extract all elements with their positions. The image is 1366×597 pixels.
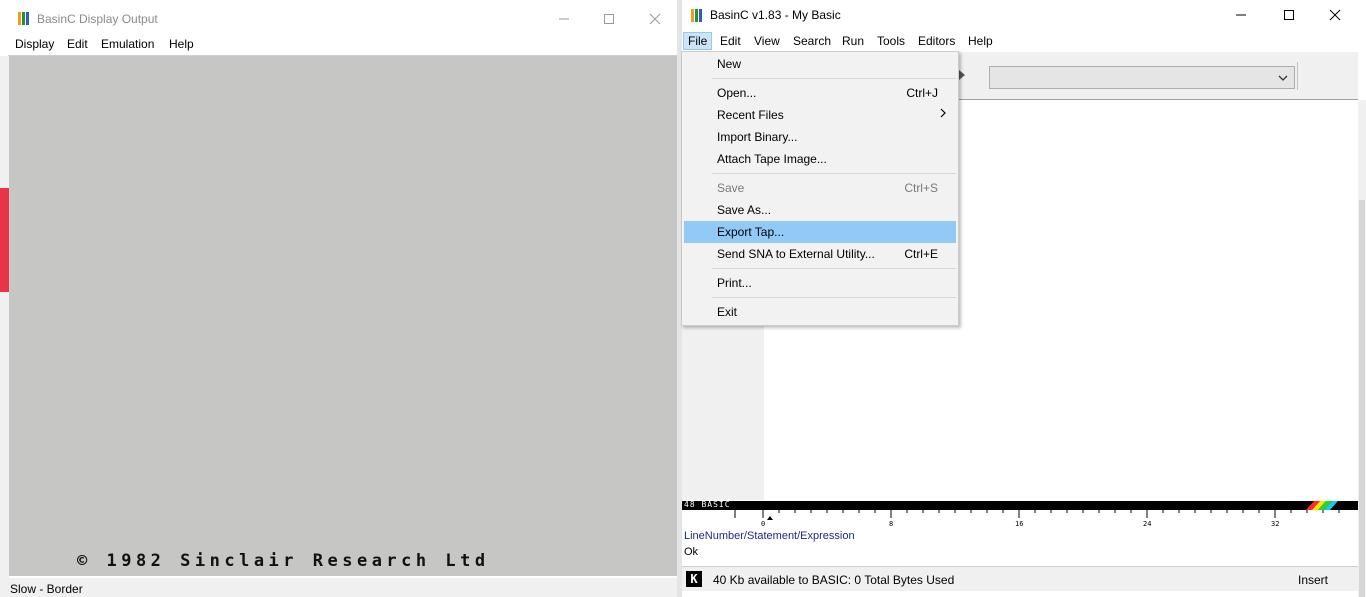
insert-mode-indicator: Insert [1298,573,1329,587]
basinc-app-icon [18,12,30,25]
submenu-arrow-icon [940,107,946,121]
ruler-tick: 0 [761,520,766,528]
menu-editors[interactable]: Editors [918,34,955,48]
ok-message: Ok [684,546,699,558]
menu-display[interactable]: Display [15,37,54,51]
background-window-edge [0,56,9,578]
column-ruler: 0 8 16 24 32 [682,510,1358,528]
maximize-icon[interactable] [601,11,617,27]
menu-item-save-as[interactable]: Save As... [684,199,956,221]
window-scrollbar[interactable] [1358,100,1366,597]
maximize-icon[interactable] [1281,7,1297,23]
menu-emulation[interactable]: Emulation [101,37,154,51]
spectrum-stripes [1306,501,1338,510]
menu-item-shortcut: Ctrl+S [904,181,938,195]
ruler-tick: 16 [1015,520,1024,528]
minimize-icon[interactable] [1233,7,1249,23]
menu-bar: File Edit View Search Run Tools Editors … [682,31,1366,50]
menu-item-shortcut: Ctrl+J [906,86,938,100]
menu-item-recent-files[interactable]: Recent Files [684,104,956,126]
status-bar: Slow - Border [0,578,678,597]
toolbar-separator [1297,62,1298,90]
file-menu-dropdown: New Open... Ctrl+J Recent Files Import B… [681,51,959,326]
menu-item-label: Save As... [717,203,772,217]
menu-separator [712,268,956,269]
menu-item-open[interactable]: Open... Ctrl+J [684,82,956,104]
menu-file[interactable]: File [683,32,713,50]
menu-item-import-binary[interactable]: Import Binary... [684,126,956,148]
menu-help[interactable]: Help [169,37,194,51]
status-bar: K 40 Kb available to BASIC: 0 Total Byte… [682,566,1358,591]
menu-separator [712,297,956,298]
close-icon[interactable] [647,11,663,27]
basinc-app-icon [691,9,703,22]
menu-item-print[interactable]: Print... [684,272,956,294]
menu-item-label: Send SNA to External Utility... [717,247,875,261]
ruler-label: 48 BASIC [684,500,731,509]
copyright-message: © 1982 Sinclair Research Ltd [77,551,490,571]
menu-search[interactable]: Search [793,34,831,48]
menu-item-export-tap[interactable]: Export Tap... [684,221,956,243]
menu-item-label: Exit [717,305,738,319]
chevron-down-icon [1278,72,1288,86]
menu-item-label: Print... [717,276,752,290]
menu-run[interactable]: Run [842,34,864,48]
ruler-tick: 32 [1271,520,1280,528]
menu-item-shortcut: Ctrl+E [904,247,938,261]
statement-combo[interactable] [989,66,1295,89]
menu-item-label: Attach Tape Image... [717,152,827,166]
window-title: BasinC v1.83 - My Basic [710,8,841,22]
menu-item-exit[interactable]: Exit [684,301,956,323]
speed-status: Slow - Border [10,582,83,596]
ruler-tick: 8 [889,520,894,528]
minimize-icon[interactable] [556,11,572,27]
menu-help[interactable]: Help [968,34,993,48]
menu-item-send-sna[interactable]: Send SNA to External Utility... Ctrl+E [684,243,956,265]
close-icon[interactable] [1327,7,1343,23]
menu-item-label: Save [717,181,745,195]
ruler-bar [682,501,1358,510]
input-prompt-label: LineNumber/Statement/Expression [684,530,855,542]
window-title: BasinC Display Output [37,12,158,26]
menu-edit[interactable]: Edit [720,34,741,48]
menu-item-label: Import Binary... [717,130,798,144]
memory-status: 40 Kb available to BASIC: 0 Total Bytes … [713,573,955,587]
menu-tools[interactable]: Tools [877,34,905,48]
menu-item-label: New [717,57,742,71]
display-output-window: BasinC Display Output Display Edit Emula… [0,0,678,597]
menu-item-label: Export Tap... [717,225,785,239]
play-arrow-icon[interactable] [958,69,966,84]
k-cursor-icon: K [686,571,702,587]
menu-item-attach-tape[interactable]: Attach Tape Image... [684,148,956,170]
menu-view[interactable]: View [754,34,780,48]
menu-edit[interactable]: Edit [67,37,88,51]
menu-separator [712,78,956,79]
menu-item-save: Save Ctrl+S [684,177,956,199]
menu-item-new[interactable]: New [684,53,956,75]
menu-separator [712,173,956,174]
ruler-tick: 24 [1143,520,1152,528]
menu-item-label: Open... [717,86,757,100]
menu-item-label: Recent Files [717,108,784,122]
spectrum-screen[interactable]: © 1982 Sinclair Research Ltd [9,56,677,576]
title-bar[interactable]: BasinC Display Output [0,0,678,37]
